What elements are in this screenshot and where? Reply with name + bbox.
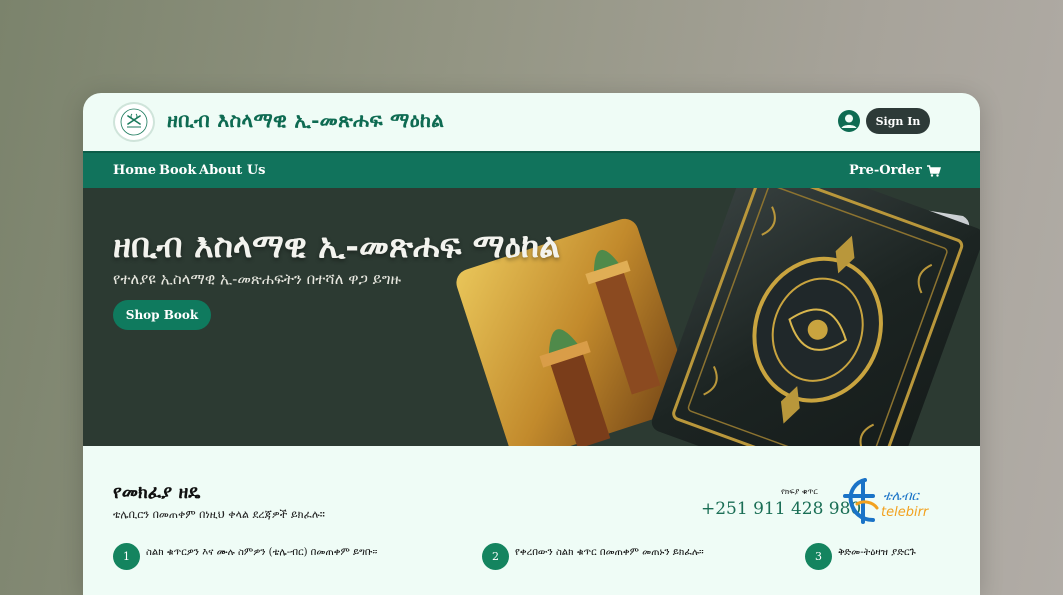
telebirr-logo: ቴሌብር telebirr — [843, 478, 930, 524]
telebirr-amharic-text: ቴሌብር — [883, 489, 921, 504]
cart-icon — [926, 164, 941, 177]
sign-in-button[interactable]: Sign In — [866, 108, 930, 134]
preorder-label: Pre-Order — [849, 163, 922, 178]
step-text: ስልክ ቁጥርዎን እና ሙሉ ስምዎን (ቴሌ-ብር) በመጠቀም ይግቡ። — [146, 547, 378, 558]
payment-phone-label: የክፍያ ቁጥር — [781, 487, 818, 496]
main-nav: Home Book About Us Pre-Order — [83, 151, 980, 188]
nav-item-about-us[interactable]: About Us — [199, 163, 266, 178]
user-account-icon[interactable] — [837, 109, 861, 133]
hero-title: ዘቢብ እስላማዊ ኢ-መጽሐፍ ማዕከል — [113, 226, 561, 265]
preorder-link[interactable]: Pre-Order — [849, 163, 941, 178]
payment-title: የመክፈያ ዘዴ — [113, 482, 201, 503]
step-number: 1 — [113, 543, 140, 570]
nav-item-book[interactable]: Book — [159, 163, 196, 178]
payment-step: 2 የቀረበውን ስልክ ቁጥር በመጠቀም መጠኑን ይክፈሉ። — [482, 543, 704, 570]
step-number: 3 — [805, 543, 832, 570]
step-number: 2 — [482, 543, 509, 570]
telebirr-text: telebirr — [881, 505, 930, 520]
brand-title[interactable]: ዘቢብ እስላማዊ ኢ-መጽሐፍ ማዕከል — [167, 108, 444, 132]
hero-subtitle: የተለያዩ ኢስላማዊ ኢ-መጽሐፍትን በተሻለ ዋጋ ይግዙ — [113, 270, 402, 288]
hero-banner: ዘቢብ እስላማዊ ኢ-መጽሐፍ ማዕከል የተለያዩ ኢስላማዊ ኢ-መጽሐፍ… — [83, 188, 980, 446]
site-logo[interactable] — [113, 102, 155, 142]
payment-step: 1 ስልክ ቁጥርዎን እና ሙሉ ስምዎን (ቴሌ-ብር) በመጠቀም ይግቡ… — [113, 543, 377, 570]
step-text: የቀረበውን ስልክ ቁጥር በመጠቀም መጠኑን ይክፈሉ። — [515, 547, 704, 558]
logo-emblem-icon — [120, 108, 148, 136]
shop-book-button[interactable]: Shop Book — [113, 300, 211, 330]
main-card: ዘቢብ እስላማዊ ኢ-መጽሐፍ ማዕከል Sign In Home Book … — [83, 93, 980, 595]
payment-step: 3 ቅድመ-ትዕዛዝ ያድርጉ — [805, 543, 916, 570]
site-header: ዘቢብ እስላማዊ ኢ-መጽሐፍ ማዕከል Sign In — [83, 93, 980, 151]
payment-phone-number: +251 911 428 980 — [701, 499, 862, 519]
nav-item-home[interactable]: Home — [113, 163, 156, 178]
payment-description: ቴሌቢርን በመጠቀም በነዚህ ቀላል ደረጃዎች ይክፈሉ። — [113, 508, 325, 521]
step-text: ቅድመ-ትዕዛዝ ያድርጉ — [838, 547, 916, 558]
